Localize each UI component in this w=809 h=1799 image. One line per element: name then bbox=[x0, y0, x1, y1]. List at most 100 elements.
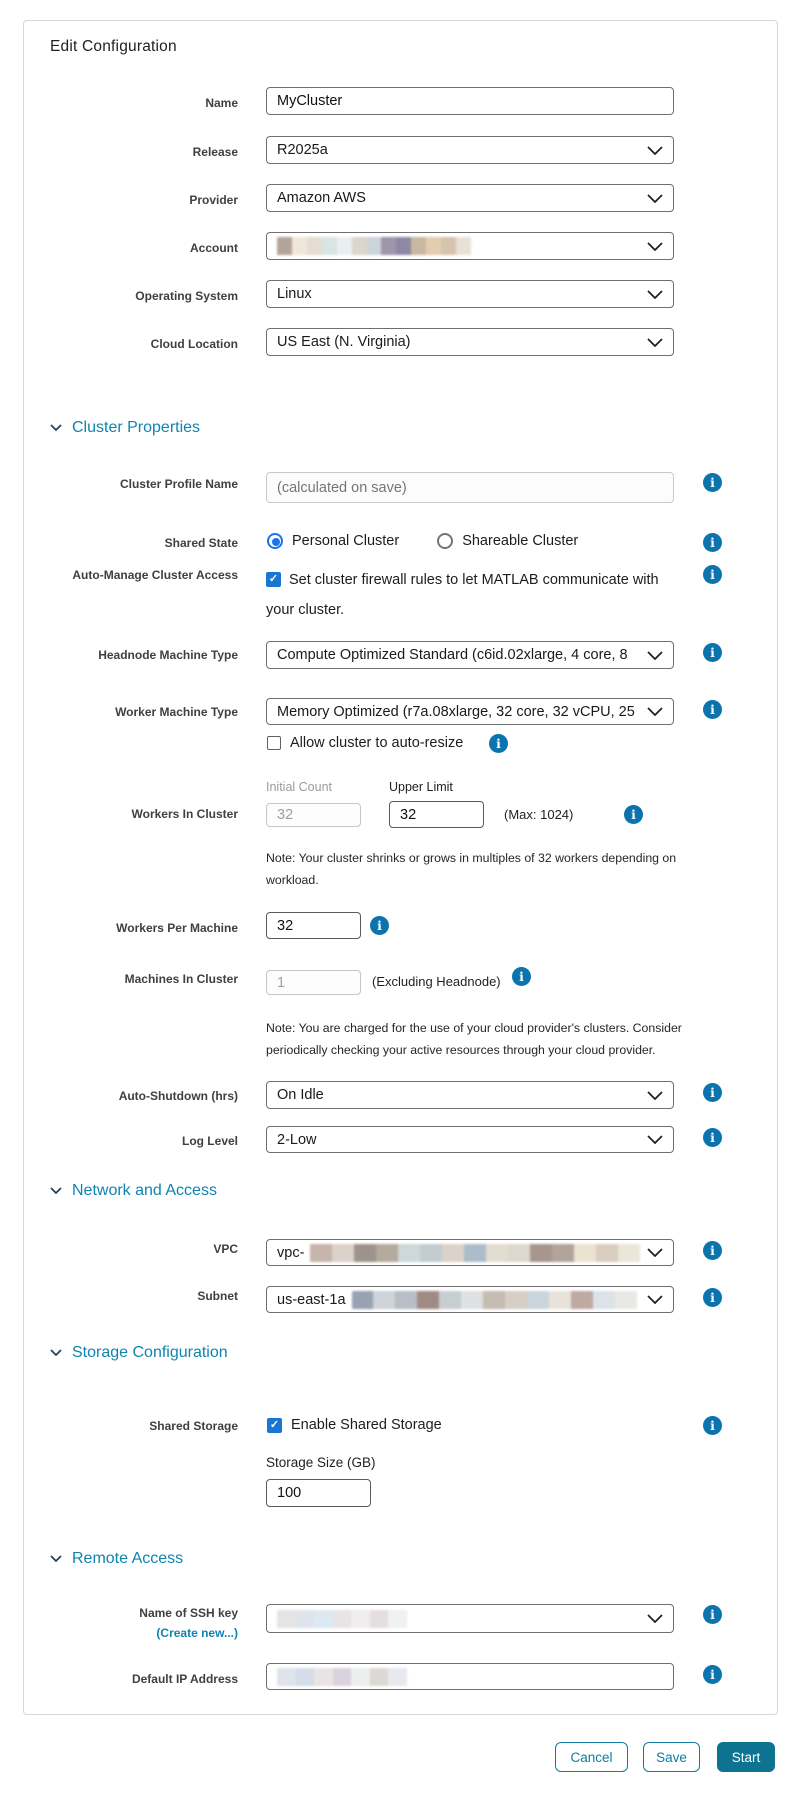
radio-shareable-cluster-label: Shareable Cluster bbox=[462, 533, 579, 549]
ssh-key-select[interactable] bbox=[266, 1604, 674, 1633]
initial-count-input[interactable] bbox=[266, 803, 361, 827]
enable-shared-storage-label: Enable Shared Storage bbox=[291, 1417, 442, 1433]
log-level-value: 2-Low bbox=[277, 1131, 317, 1148]
chevron-down-icon bbox=[647, 289, 663, 299]
name-label: Name bbox=[205, 96, 238, 110]
info-icon[interactable]: i bbox=[703, 565, 722, 584]
section-cluster-properties[interactable]: Cluster Properties bbox=[50, 419, 200, 437]
redacted-ip-value bbox=[277, 1667, 407, 1686]
cluster-profile-name-input[interactable] bbox=[266, 472, 674, 503]
chevron-down-icon bbox=[647, 193, 663, 203]
info-icon[interactable]: i bbox=[489, 734, 508, 753]
machines-in-cluster-input[interactable] bbox=[266, 970, 361, 995]
workers-in-cluster-label: Workers In Cluster bbox=[131, 807, 238, 821]
operating-system-label: Operating System bbox=[135, 289, 238, 303]
radio-personal-cluster[interactable] bbox=[267, 533, 283, 549]
section-storage-configuration[interactable]: Storage Configuration bbox=[50, 1344, 228, 1362]
shared-storage-label: Shared Storage bbox=[149, 1419, 238, 1433]
info-icon[interactable]: i bbox=[703, 700, 722, 719]
info-icon[interactable]: i bbox=[703, 1665, 722, 1684]
provider-label: Provider bbox=[189, 193, 238, 207]
chevron-down-icon bbox=[647, 1295, 663, 1304]
subnet-select[interactable]: us-east-1a bbox=[266, 1286, 674, 1313]
name-input[interactable] bbox=[266, 87, 674, 115]
create-new-ssh-key-link[interactable]: (Create new...) bbox=[24, 1625, 238, 1641]
headnode-machine-type-value: Compute Optimized Standard (c6id.02xlarg… bbox=[277, 647, 628, 663]
auto-manage-label: Auto-Manage Cluster Access bbox=[72, 568, 238, 582]
info-icon[interactable]: i bbox=[703, 1128, 722, 1147]
upper-limit-input[interactable] bbox=[389, 801, 484, 828]
workers-per-machine-input[interactable] bbox=[266, 912, 361, 939]
auto-shutdown-label: Auto-Shutdown (hrs) bbox=[118, 1089, 238, 1103]
machines-in-cluster-label: Machines In Cluster bbox=[124, 972, 238, 986]
cloud-location-value: US East (N. Virginia) bbox=[277, 334, 411, 350]
worker-machine-type-select[interactable]: Memory Optimized (r7a.08xlarge, 32 core,… bbox=[266, 698, 674, 725]
section-network-and-access[interactable]: Network and Access bbox=[50, 1182, 217, 1200]
radio-shareable-cluster[interactable] bbox=[437, 533, 454, 549]
account-select[interactable] bbox=[266, 232, 674, 260]
headnode-machine-type-select[interactable]: Compute Optimized Standard (c6id.02xlarg… bbox=[266, 641, 674, 669]
info-icon[interactable]: i bbox=[703, 1605, 722, 1624]
chevron-down-icon bbox=[647, 1135, 663, 1144]
section-title: Storage Configuration bbox=[72, 1344, 228, 1361]
cloud-location-select[interactable]: US East (N. Virginia) bbox=[266, 328, 674, 356]
section-remote-access[interactable]: Remote Access bbox=[50, 1550, 183, 1568]
subnet-value-prefix: us-east-1a bbox=[277, 1291, 346, 1308]
chevron-down-icon bbox=[50, 1349, 62, 1357]
workers-note: Note: Your cluster shrinks or grows in m… bbox=[266, 851, 677, 887]
provider-select[interactable]: Amazon AWS bbox=[266, 184, 674, 212]
excluding-headnode-hint: (Excluding Headnode) bbox=[372, 974, 501, 989]
info-icon[interactable]: i bbox=[703, 1083, 722, 1102]
chevron-down-icon bbox=[647, 241, 663, 251]
default-ip-label: Default IP Address bbox=[131, 1672, 238, 1686]
start-button[interactable]: Start bbox=[717, 1742, 775, 1772]
headnode-machine-type-label: Headnode Machine Type bbox=[98, 648, 238, 662]
info-icon[interactable]: i bbox=[370, 916, 389, 935]
checkbox-auto-manage[interactable]: ✓ bbox=[266, 572, 281, 587]
worker-machine-type-label: Worker Machine Type bbox=[115, 705, 238, 719]
upper-limit-label: Upper Limit bbox=[389, 780, 453, 794]
info-icon[interactable]: i bbox=[703, 1416, 722, 1435]
chevron-down-icon bbox=[647, 145, 663, 155]
redacted-vpc-value bbox=[310, 1243, 641, 1262]
checkbox-enable-shared-storage[interactable]: ✓ bbox=[267, 1417, 282, 1433]
section-title: Remote Access bbox=[72, 1550, 184, 1567]
info-icon[interactable]: i bbox=[703, 1241, 722, 1260]
checkbox-auto-resize[interactable] bbox=[267, 736, 281, 750]
subnet-label: Subnet bbox=[197, 1289, 238, 1303]
info-icon[interactable]: i bbox=[703, 473, 722, 492]
cloud-location-label: Cloud Location bbox=[150, 337, 238, 351]
vpc-select[interactable]: vpc- bbox=[266, 1239, 674, 1266]
shared-storage-row: ✓ Enable Shared Storage bbox=[267, 1417, 442, 1433]
default-ip-input[interactable] bbox=[266, 1663, 674, 1690]
operating-system-value: Linux bbox=[277, 286, 312, 302]
info-icon[interactable]: i bbox=[512, 967, 531, 986]
chevron-down-icon bbox=[647, 707, 663, 716]
info-icon[interactable]: i bbox=[703, 643, 722, 662]
chevron-down-icon bbox=[50, 424, 62, 432]
chevron-down-icon bbox=[647, 1248, 663, 1257]
chevron-down-icon bbox=[50, 1187, 62, 1195]
shared-state-label: Shared State bbox=[164, 536, 238, 550]
cluster-profile-name-label: Cluster Profile Name bbox=[119, 477, 238, 491]
info-icon[interactable]: i bbox=[703, 533, 722, 552]
info-icon[interactable]: i bbox=[703, 1288, 722, 1307]
log-level-select[interactable]: 2-Low bbox=[266, 1126, 674, 1153]
save-button[interactable]: Save bbox=[643, 1742, 700, 1772]
auto-shutdown-select[interactable]: On Idle bbox=[266, 1081, 674, 1109]
operating-system-select[interactable]: Linux bbox=[266, 280, 674, 308]
release-select[interactable]: R2025a bbox=[266, 136, 674, 164]
workers-per-machine-label: Workers Per Machine bbox=[116, 921, 238, 935]
machines-note: Note: You are charged for the use of you… bbox=[266, 1021, 682, 1057]
max-workers-hint: (Max: 1024) bbox=[504, 807, 574, 822]
storage-size-label: Storage Size (GB) bbox=[266, 1455, 376, 1470]
info-icon[interactable]: i bbox=[624, 805, 643, 824]
chevron-down-icon bbox=[647, 1090, 663, 1100]
auto-resize-row: Allow cluster to auto-resize bbox=[267, 735, 463, 751]
storage-size-input[interactable] bbox=[266, 1479, 371, 1507]
cancel-button[interactable]: Cancel bbox=[555, 1742, 628, 1772]
auto-shutdown-value: On Idle bbox=[277, 1087, 324, 1103]
vpc-value-prefix: vpc- bbox=[277, 1244, 305, 1261]
initial-count-label: Initial Count bbox=[266, 780, 333, 794]
auto-resize-label: Allow cluster to auto-resize bbox=[290, 735, 464, 751]
